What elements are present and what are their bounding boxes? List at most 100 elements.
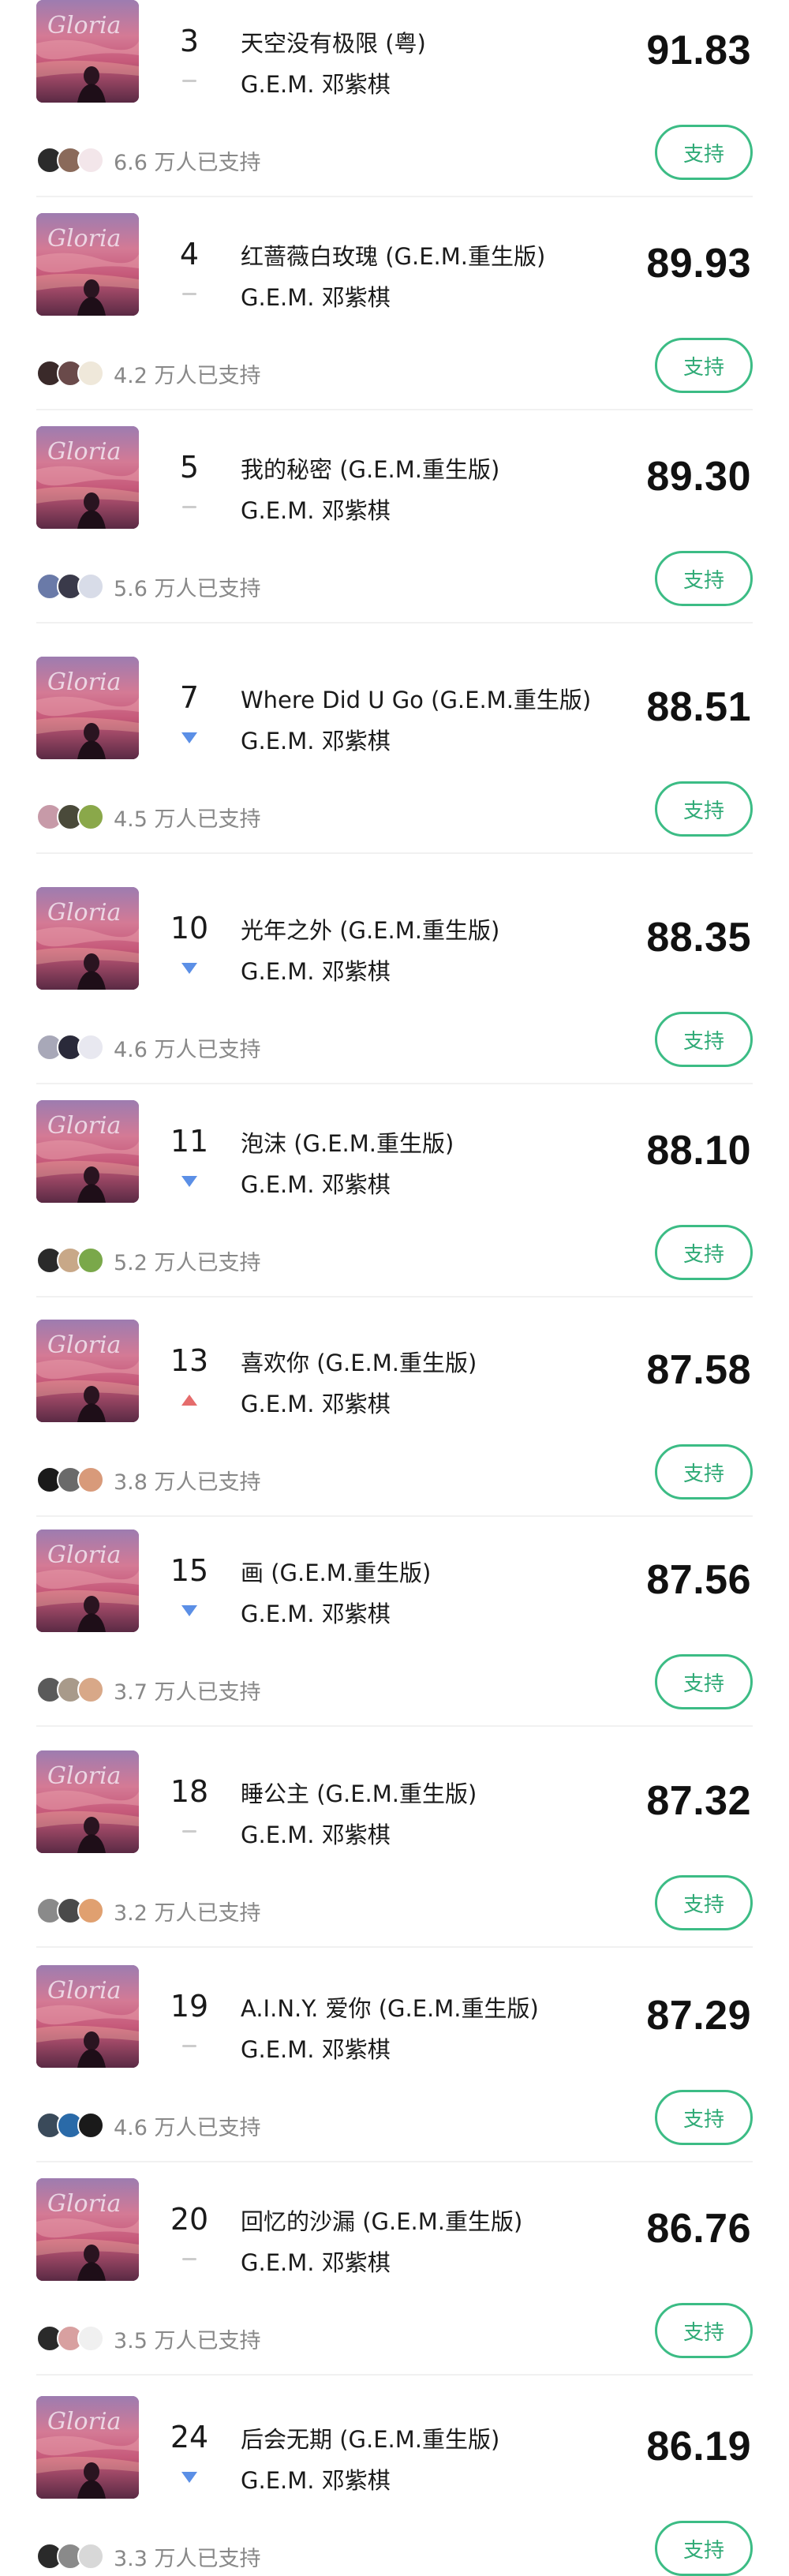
supporter-avatars [36, 2112, 109, 2139]
song-row[interactable]: Gloria 24 后会无期 (G.E.M.重生版) G.E.M. 邓紫棋 86… [0, 2380, 789, 2576]
song-title[interactable]: 光年之外 (G.E.M.重生版) [241, 912, 635, 945]
song-title[interactable]: 红蔷薇白玫瑰 (G.E.M.重生版) [241, 238, 635, 271]
rank-number: 3 [179, 24, 200, 58]
score-value: 86.19 [646, 2424, 751, 2469]
song-row[interactable]: Gloria 7 Where Did U Go (G.E.M.重生版) G.E.… [0, 641, 789, 854]
supporters-count: 3.2 万人已支持 [114, 1900, 261, 1926]
artist-name[interactable]: G.E.M. 邓紫棋 [241, 1386, 391, 1419]
svg-text:Gloria: Gloria [47, 1541, 121, 1569]
song-row[interactable]: Gloria 3 天空没有极限 (粤) G.E.M. 邓紫棋 91.83 6.6… [0, 0, 789, 197]
trend-down-icon [178, 1173, 201, 1189]
song-title[interactable]: 画 (G.E.M.重生版) [241, 1555, 635, 1588]
album-cover[interactable]: Gloria [36, 887, 139, 990]
supporters-info: 5.2 万人已支持 [36, 1246, 261, 1275]
supporters-info: 3.3 万人已支持 [36, 2542, 261, 2571]
svg-text:Gloria: Gloria [47, 1331, 121, 1359]
score-value: 89.30 [646, 454, 751, 500]
avatar [77, 573, 104, 600]
rank-number: 19 [170, 1989, 209, 2024]
song-title[interactable]: 我的秘密 (G.E.M.重生版) [241, 451, 635, 485]
support-button[interactable]: 支持 [655, 781, 753, 837]
song-title[interactable]: 天空没有极限 (粤) [241, 25, 635, 58]
trend-down-icon [178, 2469, 201, 2484]
avatar [77, 2325, 104, 2352]
album-cover[interactable]: Gloria [36, 1100, 139, 1203]
supporter-avatars [36, 2325, 109, 2352]
supporters-info: 4.5 万人已支持 [36, 803, 261, 832]
artist-name[interactable]: G.E.M. 邓紫棋 [241, 953, 391, 987]
avatar [77, 2112, 104, 2139]
support-button[interactable]: 支持 [655, 2521, 753, 2576]
album-cover[interactable]: Gloria [36, 1750, 139, 1853]
trend-same-icon [178, 2038, 201, 2054]
artist-name[interactable]: G.E.M. 邓紫棋 [241, 1166, 391, 1200]
support-button[interactable]: 支持 [655, 1654, 753, 1709]
artist-name[interactable]: G.E.M. 邓紫棋 [241, 2245, 391, 2278]
artist-name[interactable]: G.E.M. 邓紫棋 [241, 2462, 391, 2496]
artist-name[interactable]: G.E.M. 邓紫棋 [241, 279, 391, 313]
song-row[interactable]: Gloria 18 睡公主 (G.E.M.重生版) G.E.M. 邓紫棋 87.… [0, 1735, 789, 1948]
song-title[interactable]: 回忆的沙漏 (G.E.M.重生版) [241, 2203, 635, 2237]
support-button[interactable]: 支持 [655, 1875, 753, 1930]
song-row[interactable]: Gloria 10 光年之外 (G.E.M.重生版) G.E.M. 邓紫棋 88… [0, 871, 789, 1084]
trend-same-icon [178, 286, 201, 301]
album-cover[interactable]: Gloria [36, 2396, 139, 2499]
song-row[interactable]: Gloria 19 A.I.N.Y. 爱你 (G.E.M.重生版) G.E.M.… [0, 1949, 789, 2162]
song-title[interactable]: 泡沫 (G.E.M.重生版) [241, 1125, 635, 1159]
album-cover[interactable]: Gloria [36, 426, 139, 529]
avatar [77, 360, 104, 387]
song-title[interactable]: A.I.N.Y. 爱你 (G.E.M.重生版) [241, 1990, 635, 2024]
song-row[interactable]: Gloria 20 回忆的沙漏 (G.E.M.重生版) G.E.M. 邓紫棋 8… [0, 2162, 789, 2376]
album-cover[interactable]: Gloria [36, 1965, 139, 2068]
support-button[interactable]: 支持 [655, 1444, 753, 1500]
song-row[interactable]: Gloria 13 喜欢你 (G.E.M.重生版) G.E.M. 邓紫棋 87.… [0, 1304, 789, 1517]
song-row[interactable]: Gloria 5 我的秘密 (G.E.M.重生版) G.E.M. 邓紫棋 89.… [0, 410, 789, 623]
trend-down-icon [178, 729, 201, 745]
supporters-info: 4.6 万人已支持 [36, 2111, 261, 2140]
rank-number: 13 [170, 1343, 209, 1378]
song-row[interactable]: Gloria 15 画 (G.E.M.重生版) G.E.M. 邓紫棋 87.56… [0, 1514, 789, 1727]
support-button[interactable]: 支持 [655, 1012, 753, 1067]
artist-name[interactable]: G.E.M. 邓紫棋 [241, 723, 391, 756]
supporter-avatars [36, 2543, 109, 2570]
artist-name[interactable]: G.E.M. 邓紫棋 [241, 492, 391, 526]
supporter-avatars [36, 1247, 109, 1274]
score-value: 87.58 [646, 1347, 751, 1393]
supporters-count: 6.6 万人已支持 [114, 150, 261, 175]
rank-number: 15 [170, 1553, 209, 1588]
album-cover[interactable]: Gloria [36, 213, 139, 316]
divider [36, 1946, 753, 1948]
artist-name[interactable]: G.E.M. 邓紫棋 [241, 1596, 391, 1629]
score-value: 88.35 [646, 915, 751, 960]
artist-name[interactable]: G.E.M. 邓紫棋 [241, 1817, 391, 1850]
ranking-list: Gloria 3 天空没有极限 (粤) G.E.M. 邓紫棋 91.83 6.6… [0, 0, 789, 2576]
divider [36, 1296, 753, 1297]
album-cover[interactable]: Gloria [36, 657, 139, 759]
support-button[interactable]: 支持 [655, 2090, 753, 2145]
support-button[interactable]: 支持 [655, 2303, 753, 2358]
album-cover[interactable]: Gloria [36, 0, 139, 103]
song-title[interactable]: 喜欢你 (G.E.M.重生版) [241, 1345, 635, 1378]
rank-number: 4 [179, 237, 200, 271]
album-cover[interactable]: Gloria [36, 1530, 139, 1632]
score-value: 86.76 [646, 2206, 751, 2252]
supporter-avatars [36, 360, 109, 387]
trend-same-icon [178, 73, 201, 88]
rank-number: 5 [179, 450, 200, 485]
supporters-count: 5.2 万人已支持 [114, 1250, 261, 1275]
song-row[interactable]: Gloria 11 泡沫 (G.E.M.重生版) G.E.M. 邓紫棋 88.1… [0, 1084, 789, 1297]
rank-number: 11 [170, 1124, 209, 1159]
support-button[interactable]: 支持 [655, 551, 753, 606]
album-cover[interactable]: Gloria [36, 1320, 139, 1422]
support-button[interactable]: 支持 [655, 338, 753, 393]
song-title[interactable]: 睡公主 (G.E.M.重生版) [241, 1776, 635, 1809]
song-title[interactable]: 后会无期 (G.E.M.重生版) [241, 2421, 635, 2454]
artist-name[interactable]: G.E.M. 邓紫棋 [241, 66, 391, 99]
album-cover[interactable]: Gloria [36, 2178, 139, 2281]
song-title[interactable]: Where Did U Go (G.E.M.重生版) [241, 682, 635, 715]
support-button[interactable]: 支持 [655, 1225, 753, 1280]
song-row[interactable]: Gloria 4 红蔷薇白玫瑰 (G.E.M.重生版) G.E.M. 邓紫棋 8… [0, 197, 789, 410]
artist-name[interactable]: G.E.M. 邓紫棋 [241, 2031, 391, 2065]
support-button[interactable]: 支持 [655, 125, 753, 180]
divider [36, 2374, 753, 2376]
